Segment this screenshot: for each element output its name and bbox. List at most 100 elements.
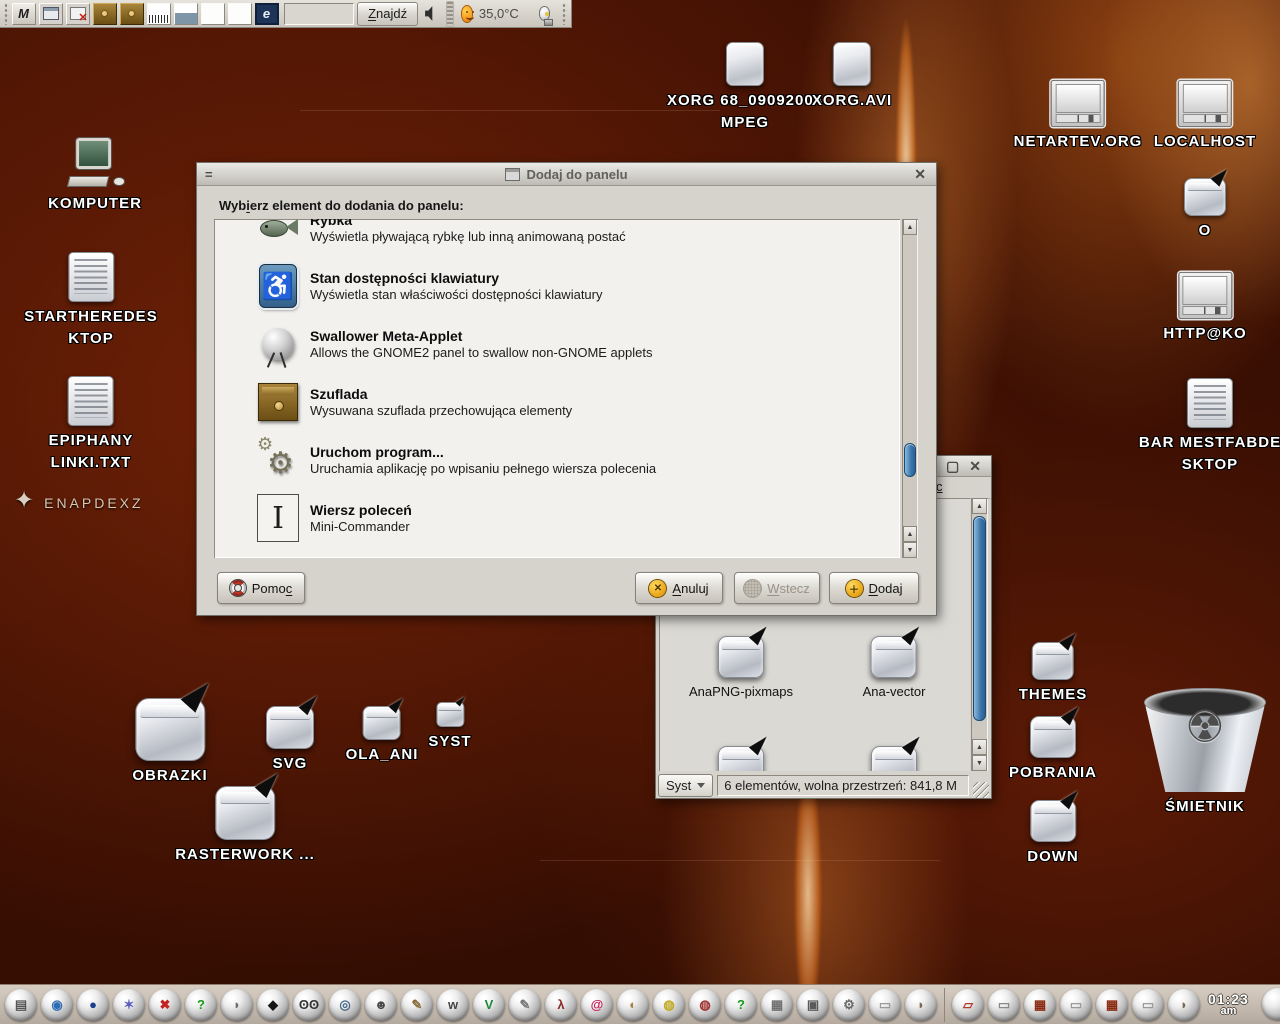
back-button[interactable]: Wstecz [734, 572, 820, 604]
scroll-up-button[interactable]: ▲ [972, 498, 987, 514]
scroll-down-button[interactable]: ▼ [903, 542, 917, 558]
desktop-icon-localhost[interactable]: LOCALHOST [1154, 80, 1256, 153]
dock-item-blue-creature[interactable]: ✶ [113, 989, 145, 1021]
applet-handle[interactable] [446, 1, 454, 27]
scroll-up-button-2[interactable]: ▲ [972, 739, 987, 755]
dock-item-gimp-gray[interactable]: ◗ [221, 989, 253, 1021]
panel-launcher-split-app[interactable] [174, 3, 198, 25]
applet-list-item[interactable]: ♿ Stan dostępności klawiatury Wyświetla … [214, 257, 900, 315]
dock-item-eyes[interactable]: ʘʘ [293, 989, 325, 1021]
weather-smiley-icon[interactable] [462, 6, 472, 22]
fm-folder-partial[interactable] [871, 746, 917, 771]
dialog-scrollbar-thumb[interactable] [904, 443, 916, 477]
panel-launcher-main-menu-m[interactable]: M [12, 3, 36, 25]
dock-item-folder-sphere-3[interactable]: ▭ [1132, 989, 1164, 1021]
desktop-icon-enapdexz[interactable]: ✦ ENAPDEXZ [14, 486, 144, 519]
fm-resize-grip[interactable] [973, 782, 989, 798]
panel-launcher-white-app-2[interactable] [228, 3, 252, 25]
search-input[interactable] [284, 3, 355, 25]
maximize-icon[interactable]: ▢ [946, 458, 959, 475]
fm-folder[interactable]: Ana-vector [863, 636, 926, 699]
panel-launcher-app-window[interactable] [39, 3, 63, 25]
dock-item-help-green-2[interactable]: ? [725, 989, 757, 1021]
desktop-icon-o-folder[interactable]: O [1184, 178, 1226, 242]
scroll-up-button[interactable]: ▲ [903, 219, 917, 235]
dock-item-calculator[interactable]: ▦ [761, 989, 793, 1021]
desktop-icon-themes[interactable]: THEMES [1019, 642, 1088, 706]
desktop-icon-bar-sktop[interactable]: BAR MESTFABDESKTOP [1139, 378, 1280, 476]
dock-item-editor-green[interactable]: V [473, 989, 505, 1021]
dock-item-word-document[interactable]: w [437, 989, 469, 1021]
dock-item-directx[interactable]: ✖ [149, 989, 181, 1021]
applet-list-item[interactable]: Swallower Meta-Applet Allows the GNOME2 … [214, 315, 900, 373]
applet-list-item[interactable]: Rybka Wyświetla pływającą rybkę lub inną… [214, 219, 900, 257]
dock-item-edge-partial[interactable] [1262, 988, 1280, 1020]
find-button[interactable]: Znajdź [357, 2, 418, 26]
desktop-icon-pobrania[interactable]: POBRANIA [1009, 716, 1097, 784]
desktop-icon-obrazki[interactable]: OBRAZKI [132, 698, 207, 787]
applet-list-item[interactable]: I Wiersz poleceń Mini-Commander [214, 489, 900, 547]
add-button[interactable]: ＋ Dodaj [829, 572, 919, 604]
panel-grip-left[interactable] [4, 3, 9, 25]
dock-item-blue-globe[interactable]: ● [77, 989, 109, 1021]
dialog-scrollbar[interactable]: ▲ ▲ ▼ [902, 219, 918, 558]
fm-vertical-scrollbar[interactable]: ▲ ▲ ▼ [971, 498, 988, 771]
applet-list-item[interactable]: Szuflada Wysuwana szuflada przechowująca… [214, 373, 900, 431]
panel-launcher-striped-app[interactable] [147, 3, 171, 25]
dock-item-help-green[interactable]: ? [185, 989, 217, 1021]
dock-item-inkscape-bird[interactable]: ◆ [257, 989, 289, 1021]
desktop-icon-http-ko[interactable]: HTTP@KO [1163, 272, 1246, 345]
close-icon[interactable]: ✕ [969, 458, 981, 475]
cancel-button[interactable]: ✕ Anuluj [635, 572, 723, 604]
dock-item-document-magnifier[interactable]: ◎ [329, 989, 361, 1021]
fm-folder-partial[interactable] [718, 746, 764, 771]
desktop-icon-xorg-mpeg[interactable]: XORG 68_09092004MPEG [667, 42, 823, 134]
applet-list[interactable]: Rybka Wyświetla pływającą rybkę lub inną… [214, 219, 900, 558]
dock-item-folder-sphere-2[interactable]: ▭ [1060, 989, 1092, 1021]
panel-launcher-drawer-1[interactable] [93, 3, 117, 25]
desktop-icon-epiphany-linki[interactable]: EPIPHANYLINKI.TXT [49, 376, 134, 474]
scroll-up-button-2[interactable]: ▲ [903, 526, 917, 542]
dock-item-face[interactable]: ☻ [365, 989, 397, 1021]
dock-item-gimp-tan-1[interactable]: ◗ [905, 989, 937, 1021]
dock-item-notepad-pencil[interactable]: ✎ [509, 989, 541, 1021]
desktop-icon-xorg-avi[interactable]: XORG.AVI [812, 42, 892, 112]
scroll-down-button[interactable]: ▼ [972, 755, 987, 771]
panel-launcher-epiphany-browser[interactable]: e [255, 3, 279, 25]
panel-launcher-drawer-2[interactable] [120, 3, 144, 25]
desktop-icon-netartev-org[interactable]: NETARTEV.ORG [1014, 80, 1143, 153]
dock-item-red-page[interactable]: ▱ [952, 989, 984, 1021]
desktop-icon-smietnik[interactable]: ☢ ŚMIETNIK [1143, 688, 1267, 818]
help-button[interactable]: Pomoc [217, 572, 305, 604]
dock-item-whiteboard[interactable]: ▭ [988, 989, 1020, 1021]
desktop-icon-syst[interactable]: SYST [428, 702, 471, 753]
dock-item-folder-sphere-1[interactable]: ▭ [869, 989, 901, 1021]
dock-item-debian-spiral[interactable]: @ [581, 989, 613, 1021]
desktop-icon-startheredesktop[interactable]: STARTHEREDESKTOP [24, 252, 157, 350]
panel-launcher-app-window-close[interactable] [66, 3, 90, 25]
dock-item-movie-disc[interactable]: ◍ [689, 989, 721, 1021]
dock-item-gimp-tan-2[interactable]: ◗ [1168, 989, 1200, 1021]
dock-item-desktop-shot-2[interactable]: ▦ [1096, 989, 1128, 1021]
panel-grip-right[interactable] [562, 3, 567, 25]
fm-zoom-combo[interactable]: Syst [658, 774, 713, 797]
lightbulb-icon[interactable] [540, 7, 550, 20]
desktop-icon-rasterwork[interactable]: RASTERWORK ... [175, 786, 315, 866]
dock-item-globe-pointer[interactable]: ◉ [41, 989, 73, 1021]
add-to-panel-dialog[interactable]: = Dodaj do panelu ✕ Wybierz element do d… [196, 162, 937, 616]
dock-item-screen-door[interactable]: ▤ [5, 989, 37, 1021]
dock-item-desktop-shot-1[interactable]: ▦ [1024, 989, 1056, 1021]
dock-item-gears[interactable]: ⚙ [833, 989, 865, 1021]
fm-scrollbar-thumb[interactable] [973, 516, 986, 721]
dock-item-lyx[interactable]: λ [545, 989, 577, 1021]
desktop-icon-ola-ani[interactable]: OLA_ANI [346, 706, 419, 766]
fm-folder[interactable]: AnaPNG-pixmaps [689, 636, 793, 699]
dock-item-sticky-note[interactable]: ✎ [401, 989, 433, 1021]
applet-list-item[interactable]: Uruchom program... Uruchamia aplikację p… [214, 431, 900, 489]
dock-item-roast-disc[interactable]: ◍ [653, 989, 685, 1021]
dialog-titlebar[interactable]: = Dodaj do panelu ✕ [197, 163, 936, 186]
desktop-icon-svg[interactable]: SVG [266, 706, 314, 775]
dock-item-dual-monitor[interactable]: ▣ [797, 989, 829, 1021]
desktop-icon-komputer[interactable]: KOMPUTER [48, 138, 142, 215]
panel-launcher-white-app-1[interactable] [201, 3, 225, 25]
